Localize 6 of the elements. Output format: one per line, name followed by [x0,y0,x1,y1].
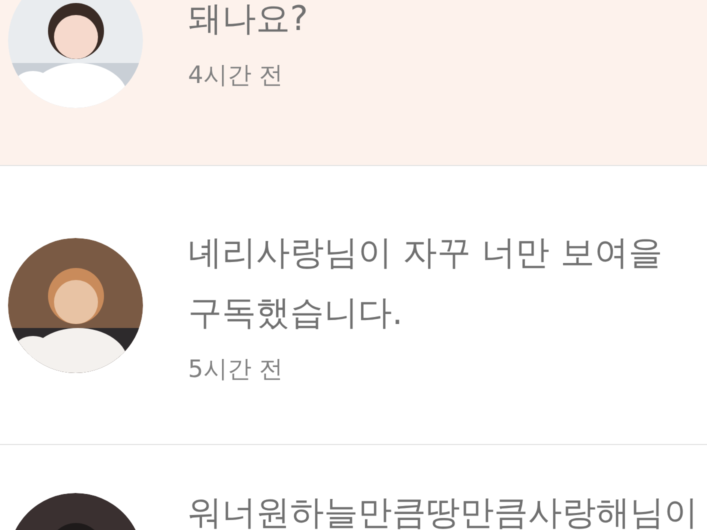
notification-time: 5시간 전 [188,354,284,385]
notification-message: 돼나요? [188,0,310,40]
notification-message: 녜리사랑님이 자꾸 너만 보여을 구독했습니다. [188,232,664,335]
notification-time: 4시간 전 [188,60,284,90]
notification-item[interactable]: 돼나요? 4시간 전 [0,0,707,166]
notification-message: 워너원하늘만큼땅만큼사랑해님이 [188,493,698,530]
